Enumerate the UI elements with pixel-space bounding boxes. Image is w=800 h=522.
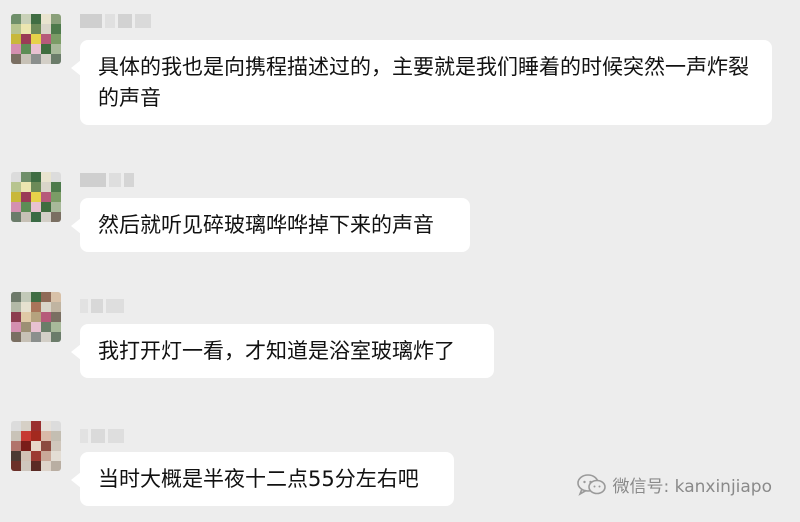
sender-name [80,428,124,444]
avatar[interactable] [11,172,61,222]
sender-name [80,172,134,188]
message-text: 我打开灯一看，才知道是浴室玻璃炸了 [98,339,455,363]
watermark-label: 微信号: kanxinjiapo [612,477,772,497]
avatar[interactable] [11,292,61,342]
message-bubble[interactable]: 具体的我也是向携程描述过的，主要就是我们睡着的时候突然一声炸裂的声音 [71,40,772,125]
sender-name [80,13,151,29]
avatar[interactable] [11,421,61,471]
message-bubble[interactable]: 我打开灯一看，才知道是浴室玻璃炸了 [71,324,494,378]
wechat-watermark: 微信号: kanxinjiapo [576,472,772,497]
message-text: 具体的我也是向携程描述过的，主要就是我们睡着的时候突然一声炸裂的声音 [98,55,749,110]
message-text: 当时大概是半夜十二点55分左右吧 [98,467,419,491]
avatar[interactable] [11,14,61,64]
message-bubble[interactable]: 当时大概是半夜十二点55分左右吧 [71,452,454,506]
message-bubble[interactable]: 然后就听见碎玻璃哗哗掉下来的声音 [71,198,470,252]
message-text: 然后就听见碎玻璃哗哗掉下来的声音 [98,213,434,237]
sender-name [80,298,124,314]
wechat-icon [576,473,606,496]
